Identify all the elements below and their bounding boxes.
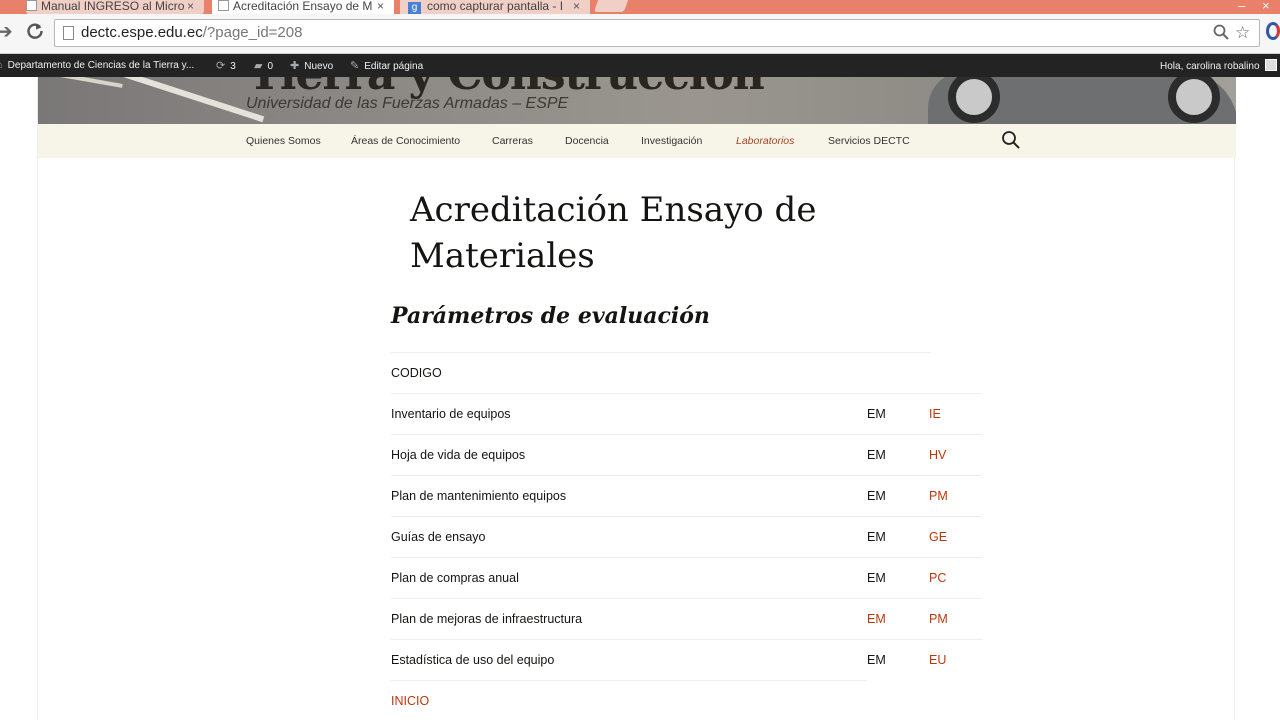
extension-icon[interactable] <box>1266 22 1280 40</box>
pencil-icon: ✎ <box>350 60 360 72</box>
row-code2-link[interactable]: GE <box>929 530 947 544</box>
nav-item-docencia[interactable]: Docencia <box>565 135 609 147</box>
tab-manual-ingreso[interactable]: Manual INGRESO al Micro × <box>26 0 204 14</box>
home-icon: ⌂ <box>0 59 3 71</box>
site-description: Universidad de las Fuerzas Armadas – ESP… <box>246 95 569 112</box>
row-code1: EM <box>867 653 886 667</box>
table-divider <box>391 598 982 599</box>
url-text: dectc.espe.edu.ec/?page_id=208 <box>81 24 302 41</box>
admin-comments[interactable]: ▰ 0 <box>254 59 273 72</box>
page-favicon-icon <box>218 0 229 11</box>
browser-toolbar: ➔ dectc.espe.edu.ec/?page_id=208 ☆ <box>0 14 1280 54</box>
page-title: Acreditación Ensayo de Materiales <box>410 190 817 276</box>
row-code1: EM <box>867 571 886 585</box>
search-icon[interactable] <box>1001 130 1021 150</box>
admin-edit-page[interactable]: ✎ Editar página <box>350 59 423 72</box>
row-name: Plan de mantenimiento equipos <box>391 489 567 503</box>
updates-count: 3 <box>230 61 236 72</box>
close-tab-icon[interactable]: × <box>573 0 580 12</box>
row-code2-link[interactable]: HV <box>929 448 946 462</box>
tab-title: como capturar pantalla - I <box>427 0 564 13</box>
reload-icon[interactable] <box>26 22 44 44</box>
admin-site-link[interactable]: ⌂ Departamento de Ciencias de la Tierra y… <box>0 59 194 71</box>
admin-site-name: Departamento de Ciencias de la Tierra y.… <box>7 60 195 71</box>
row-code1: EM <box>867 489 886 503</box>
table-divider <box>391 639 982 640</box>
admin-updates[interactable]: ⟳ 3 <box>216 59 236 72</box>
inicio-link[interactable]: INICIO <box>391 694 429 708</box>
updates-icon: ⟳ <box>216 60 226 72</box>
address-bar[interactable]: dectc.espe.edu.ec/?page_id=208 ☆ <box>54 19 1260 47</box>
table-divider <box>391 475 982 476</box>
nav-item-servicios[interactable]: Servicios DECTC <box>828 135 910 147</box>
car-image <box>928 77 1236 124</box>
row-code2-link[interactable]: IE <box>929 407 941 421</box>
wp-admin-bar: ⌂ Departamento de Ciencias de la Tierra y… <box>0 54 1280 77</box>
greeting: Hola, carolina robalino <box>1160 61 1260 72</box>
table-divider <box>391 680 867 681</box>
comment-icon: ▰ <box>254 60 263 72</box>
row-code2-link[interactable]: PM <box>929 489 948 503</box>
section-title: Parámetros de evaluación <box>391 303 710 329</box>
nav-item-laboratorios[interactable]: Laboratorios <box>736 135 794 147</box>
page-favicon-icon <box>26 0 37 11</box>
tab-strip: Manual INGRESO al Micro × Acreditación E… <box>0 0 1280 14</box>
url-path: /?page_id=208 <box>202 24 303 41</box>
nav-item-areas[interactable]: Áreas de Conocimiento <box>351 135 460 147</box>
nav-item-quienes-somos[interactable]: Quienes Somos <box>246 135 321 147</box>
table-divider <box>391 352 931 353</box>
row-name: Guías de ensayo <box>391 530 486 544</box>
table-divider <box>391 393 982 394</box>
row-code2-link[interactable]: EU <box>929 653 946 667</box>
table-divider <box>391 516 982 517</box>
new-tab-button[interactable] <box>593 0 629 12</box>
wheel <box>948 77 1000 123</box>
table-divider <box>391 557 982 558</box>
url-host: dectc.espe.edu.ec <box>81 24 203 41</box>
tab-title: Manual INGRESO al Micro <box>41 0 185 13</box>
close-tab-icon[interactable]: × <box>187 0 194 12</box>
header-image: Tierra y Construcción Universidad de las… <box>38 77 1236 124</box>
admin-account[interactable]: Hola, carolina robalino <box>1160 59 1277 72</box>
comments-count: 0 <box>267 61 274 72</box>
table-header-codigo: CODIGO <box>391 366 442 380</box>
row-name: Estadística de uso del equipo <box>391 653 555 667</box>
tab-acreditacion[interactable]: Acreditación Ensayo de M × <box>212 0 394 14</box>
row-code1: EM <box>867 407 886 421</box>
edit-label: Editar página <box>364 61 424 72</box>
close-tab-icon[interactable]: × <box>377 0 384 12</box>
table-divider <box>391 434 982 435</box>
close-window-button[interactable]: × <box>1262 0 1270 13</box>
minimize-window-button[interactable]: – <box>1238 0 1245 13</box>
row-code1-link[interactable]: EM <box>867 612 886 626</box>
new-label: Nuevo <box>304 61 334 72</box>
site-page: Tierra y Construcción Universidad de las… <box>37 77 1236 720</box>
page-icon <box>63 26 74 40</box>
tab-capturar-pantalla[interactable]: g como capturar pantalla - I × <box>400 0 590 14</box>
admin-new[interactable]: ✚ Nuevo <box>290 59 333 72</box>
row-code2-link[interactable]: PC <box>929 571 946 585</box>
road-marking <box>43 77 123 88</box>
google-favicon-icon: g <box>408 2 421 14</box>
nav-item-investigacion[interactable]: Investigación <box>641 135 702 147</box>
row-name: Hoja de vida de equipos <box>391 448 526 462</box>
row-code1: EM <box>867 530 886 544</box>
row-name: Plan de compras anual <box>391 571 519 585</box>
main-navigation: Quienes Somos Áreas de Conocimiento Carr… <box>38 124 1236 158</box>
row-code1: EM <box>867 448 886 462</box>
row-code2-link[interactable]: PM <box>929 612 948 626</box>
forward-arrow-icon[interactable]: ➔ <box>0 22 13 42</box>
nav-item-carreras[interactable]: Carreras <box>492 135 533 147</box>
wheel <box>1168 77 1220 123</box>
row-name: Inventario de equipos <box>391 407 511 421</box>
avatar <box>1264 59 1277 71</box>
row-name: Plan de mejoras de infraestructura <box>391 612 583 626</box>
plus-icon: ✚ <box>290 60 300 72</box>
search-icon[interactable] <box>1213 23 1229 46</box>
tab-title: Acreditación Ensayo de M <box>233 0 373 13</box>
bookmark-star-icon[interactable]: ☆ <box>1235 23 1250 43</box>
